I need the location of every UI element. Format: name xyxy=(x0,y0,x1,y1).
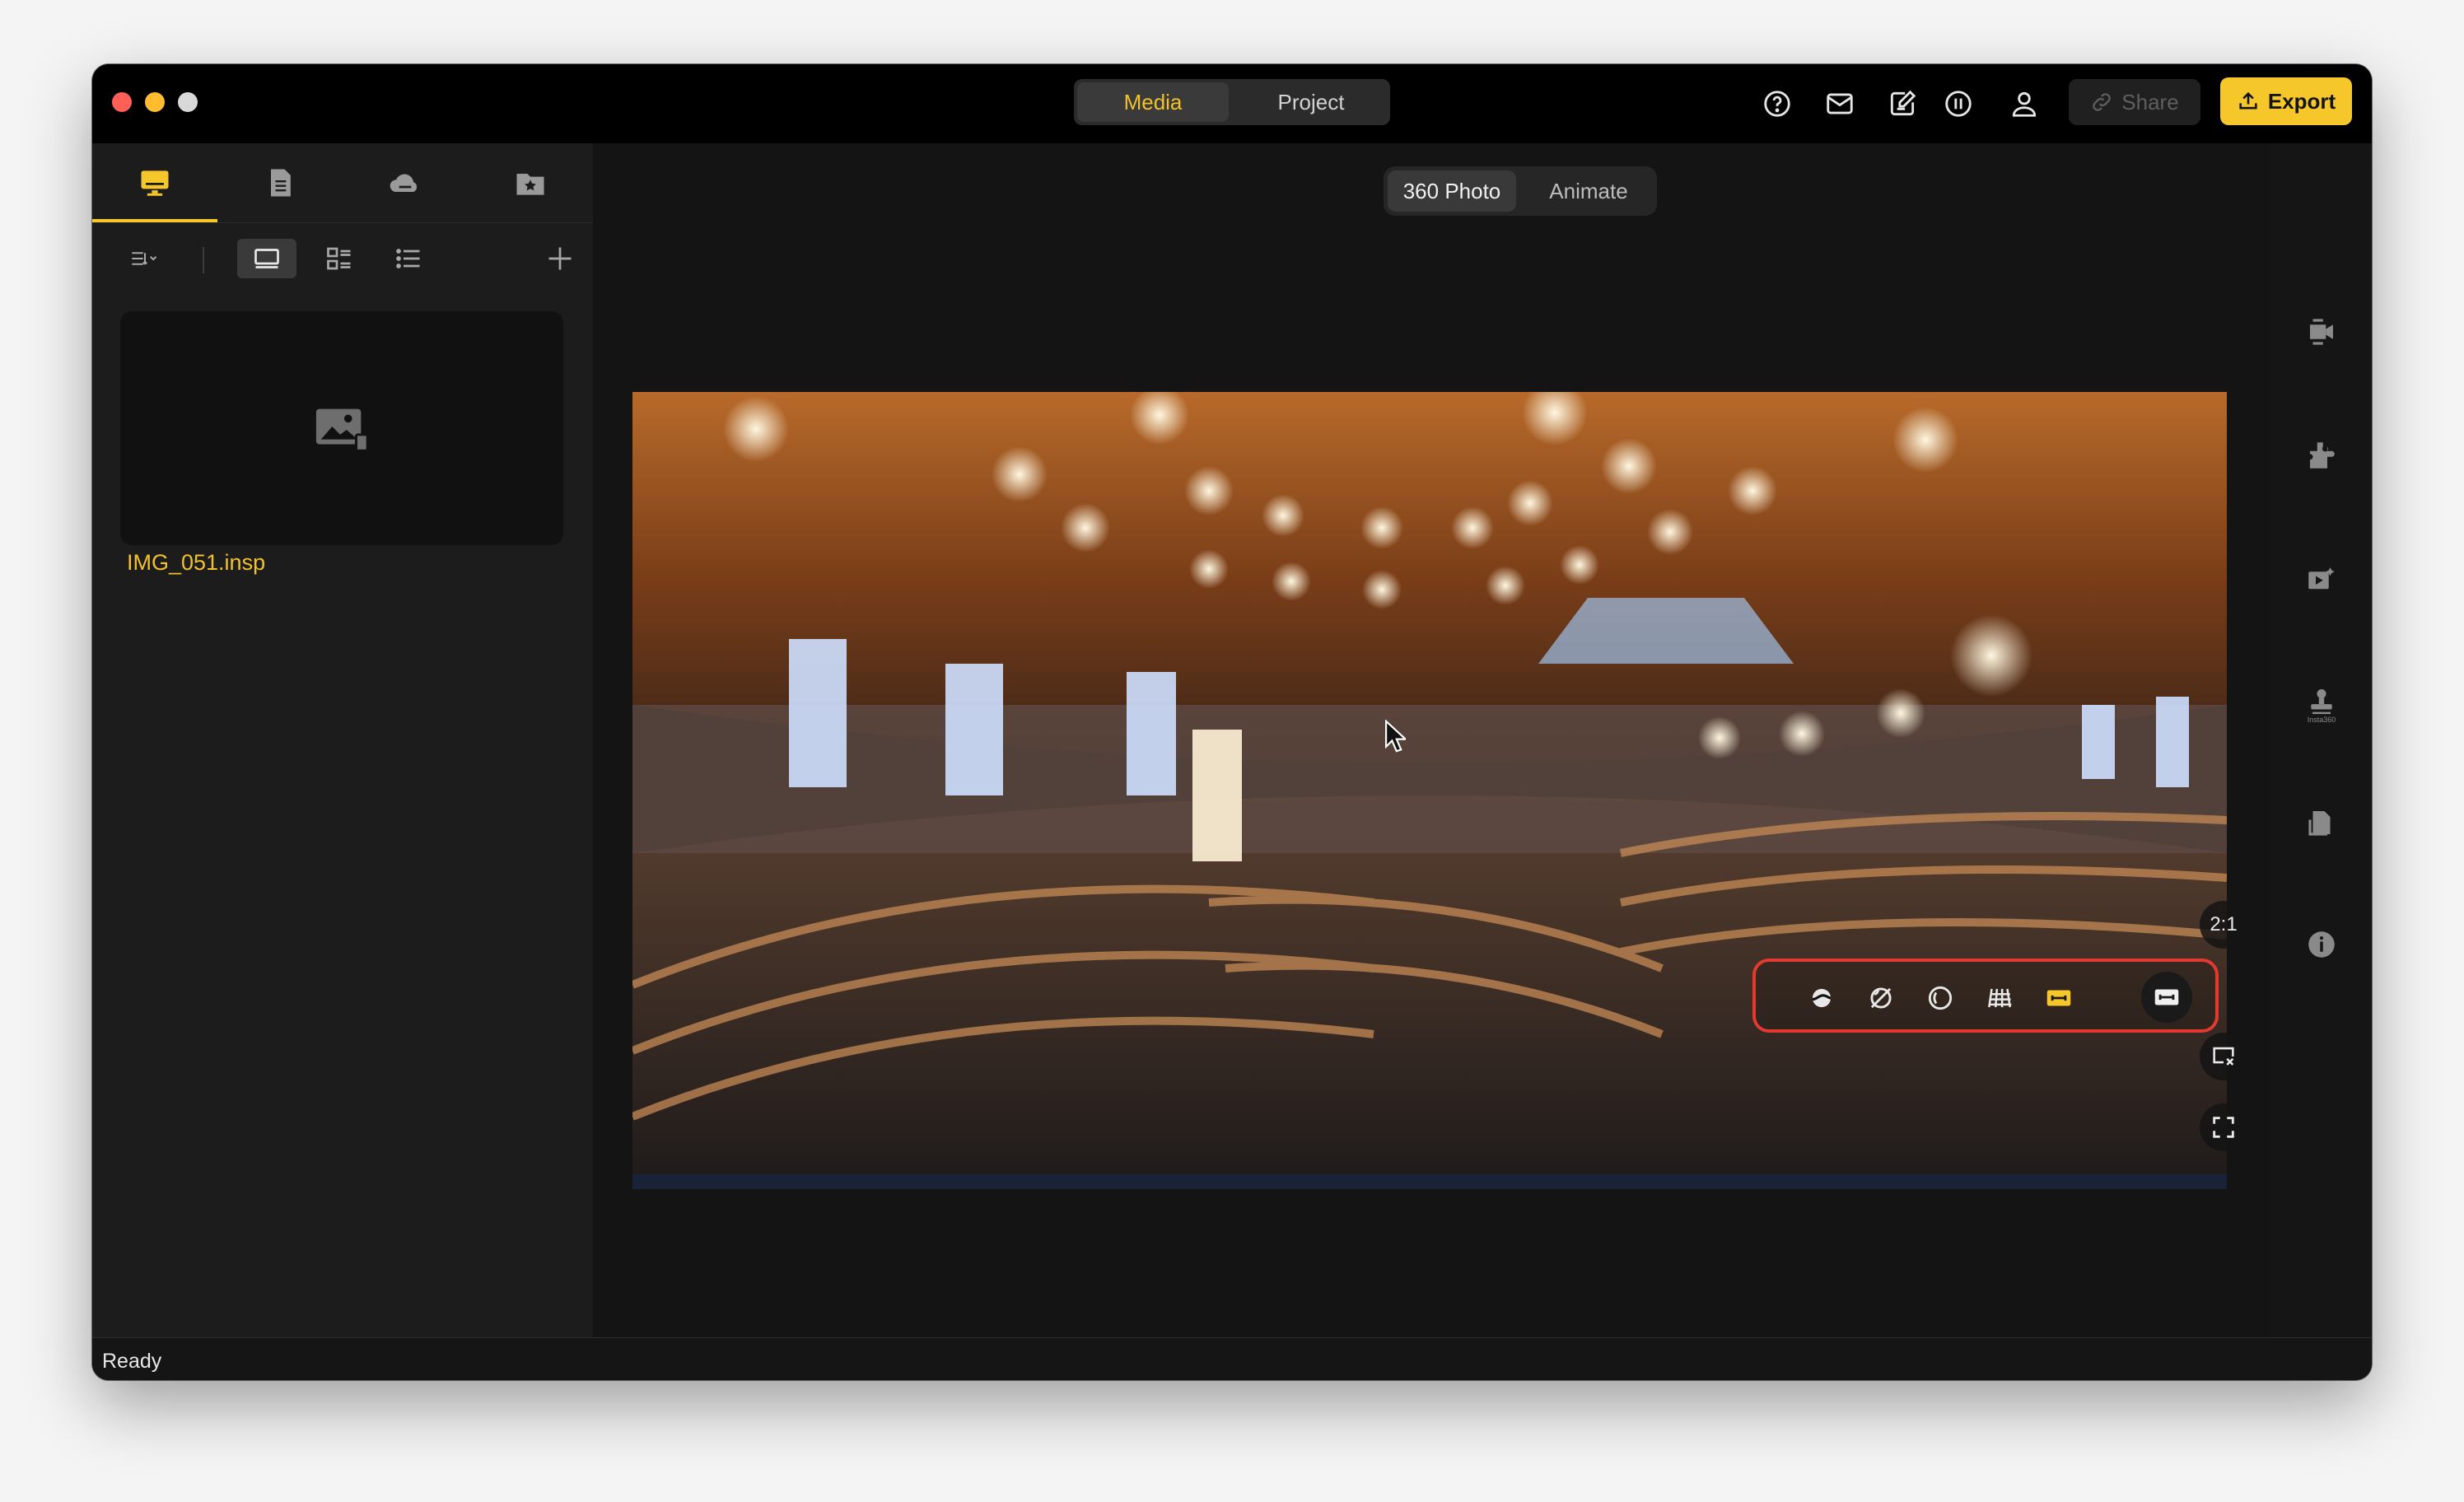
fullscreen-icon[interactable] xyxy=(2200,1103,2247,1151)
export-label: Export xyxy=(2267,88,2336,114)
zoom-window-button[interactable] xyxy=(178,92,198,112)
panorama-preview[interactable] xyxy=(632,392,2227,1189)
fisheye-icon[interactable] xyxy=(1922,980,1958,1016)
mouse-cursor-icon xyxy=(1385,720,1406,753)
status-text: Ready xyxy=(102,1350,162,1373)
perspective-grid-icon[interactable] xyxy=(1981,980,2018,1016)
plugin-icon[interactable] xyxy=(2303,436,2340,474)
upload-icon xyxy=(2239,91,2257,110)
export-button[interactable]: Export xyxy=(2220,77,2352,125)
cloud-icon[interactable] xyxy=(343,143,468,222)
sd-card-icon[interactable] xyxy=(217,143,343,222)
titlebar: Media Project Share Export xyxy=(92,64,2372,143)
close-window-button[interactable] xyxy=(112,92,132,112)
grid-view-icon[interactable] xyxy=(316,239,362,278)
media-file-name[interactable]: IMG_051.insp xyxy=(127,550,265,576)
edit-note-icon[interactable] xyxy=(1884,86,1920,122)
sidebar-toolbar xyxy=(92,229,593,288)
crystal-ball-icon[interactable] xyxy=(1863,980,1899,1016)
local-media-icon[interactable] xyxy=(92,143,217,222)
info-icon[interactable] xyxy=(2303,926,2340,963)
status-bar: Ready xyxy=(92,1337,2372,1380)
image-placeholder-icon xyxy=(315,408,369,452)
tab-animate[interactable]: Animate xyxy=(1524,170,1653,212)
app-window: Media Project Share Export IMG_051.insp … xyxy=(92,64,2372,1380)
tiny-planet-icon[interactable] xyxy=(1804,980,1840,1016)
toolbar-divider xyxy=(203,247,204,273)
sidebar-tabs xyxy=(92,143,593,223)
user-icon[interactable] xyxy=(2006,86,2042,122)
link-icon xyxy=(2093,93,2112,111)
video-effects-icon[interactable] xyxy=(2303,560,2340,598)
timer-icon[interactable] xyxy=(1940,86,1976,122)
panorama-toggle-icon[interactable] xyxy=(2141,972,2192,1023)
right-toolbar: Insta360 xyxy=(2270,143,2372,1337)
large-thumbnail-view-icon[interactable] xyxy=(237,239,296,278)
minimize-window-button[interactable] xyxy=(145,92,165,112)
favorites-icon[interactable] xyxy=(468,143,593,222)
help-icon[interactable] xyxy=(1759,86,1795,122)
media-sidebar: IMG_051.insp xyxy=(92,143,593,1337)
stamp-label: Insta360 xyxy=(2307,716,2336,724)
tab-project[interactable]: Project xyxy=(1235,82,1387,122)
tab-media[interactable]: Media xyxy=(1077,82,1229,122)
main-tab-switcher: Media Project xyxy=(1074,79,1390,125)
media-thumbnail[interactable] xyxy=(120,311,563,545)
share-label: Share xyxy=(2121,89,2179,114)
share-button[interactable]: Share xyxy=(2069,79,2200,125)
list-view-icon[interactable] xyxy=(385,239,432,278)
flat-view-icon[interactable] xyxy=(2041,980,2077,1016)
add-icon[interactable] xyxy=(540,239,580,278)
sd-card-icon[interactable] xyxy=(2303,804,2340,842)
camera-keyframe-icon[interactable] xyxy=(2303,313,2340,351)
viewer-mode-switcher: 360 Photo Animate xyxy=(1384,166,1657,216)
tab-360-photo[interactable]: 360 Photo xyxy=(1388,170,1516,212)
view-mode-toolbar xyxy=(1752,959,2219,1033)
sort-icon[interactable] xyxy=(119,239,171,278)
mail-icon[interactable] xyxy=(1822,86,1858,122)
stamp-icon[interactable]: Insta360 xyxy=(2303,680,2340,730)
crop-remove-icon[interactable] xyxy=(2200,1033,2247,1080)
aspect-ratio-badge[interactable]: 2:1 xyxy=(2200,901,2247,949)
